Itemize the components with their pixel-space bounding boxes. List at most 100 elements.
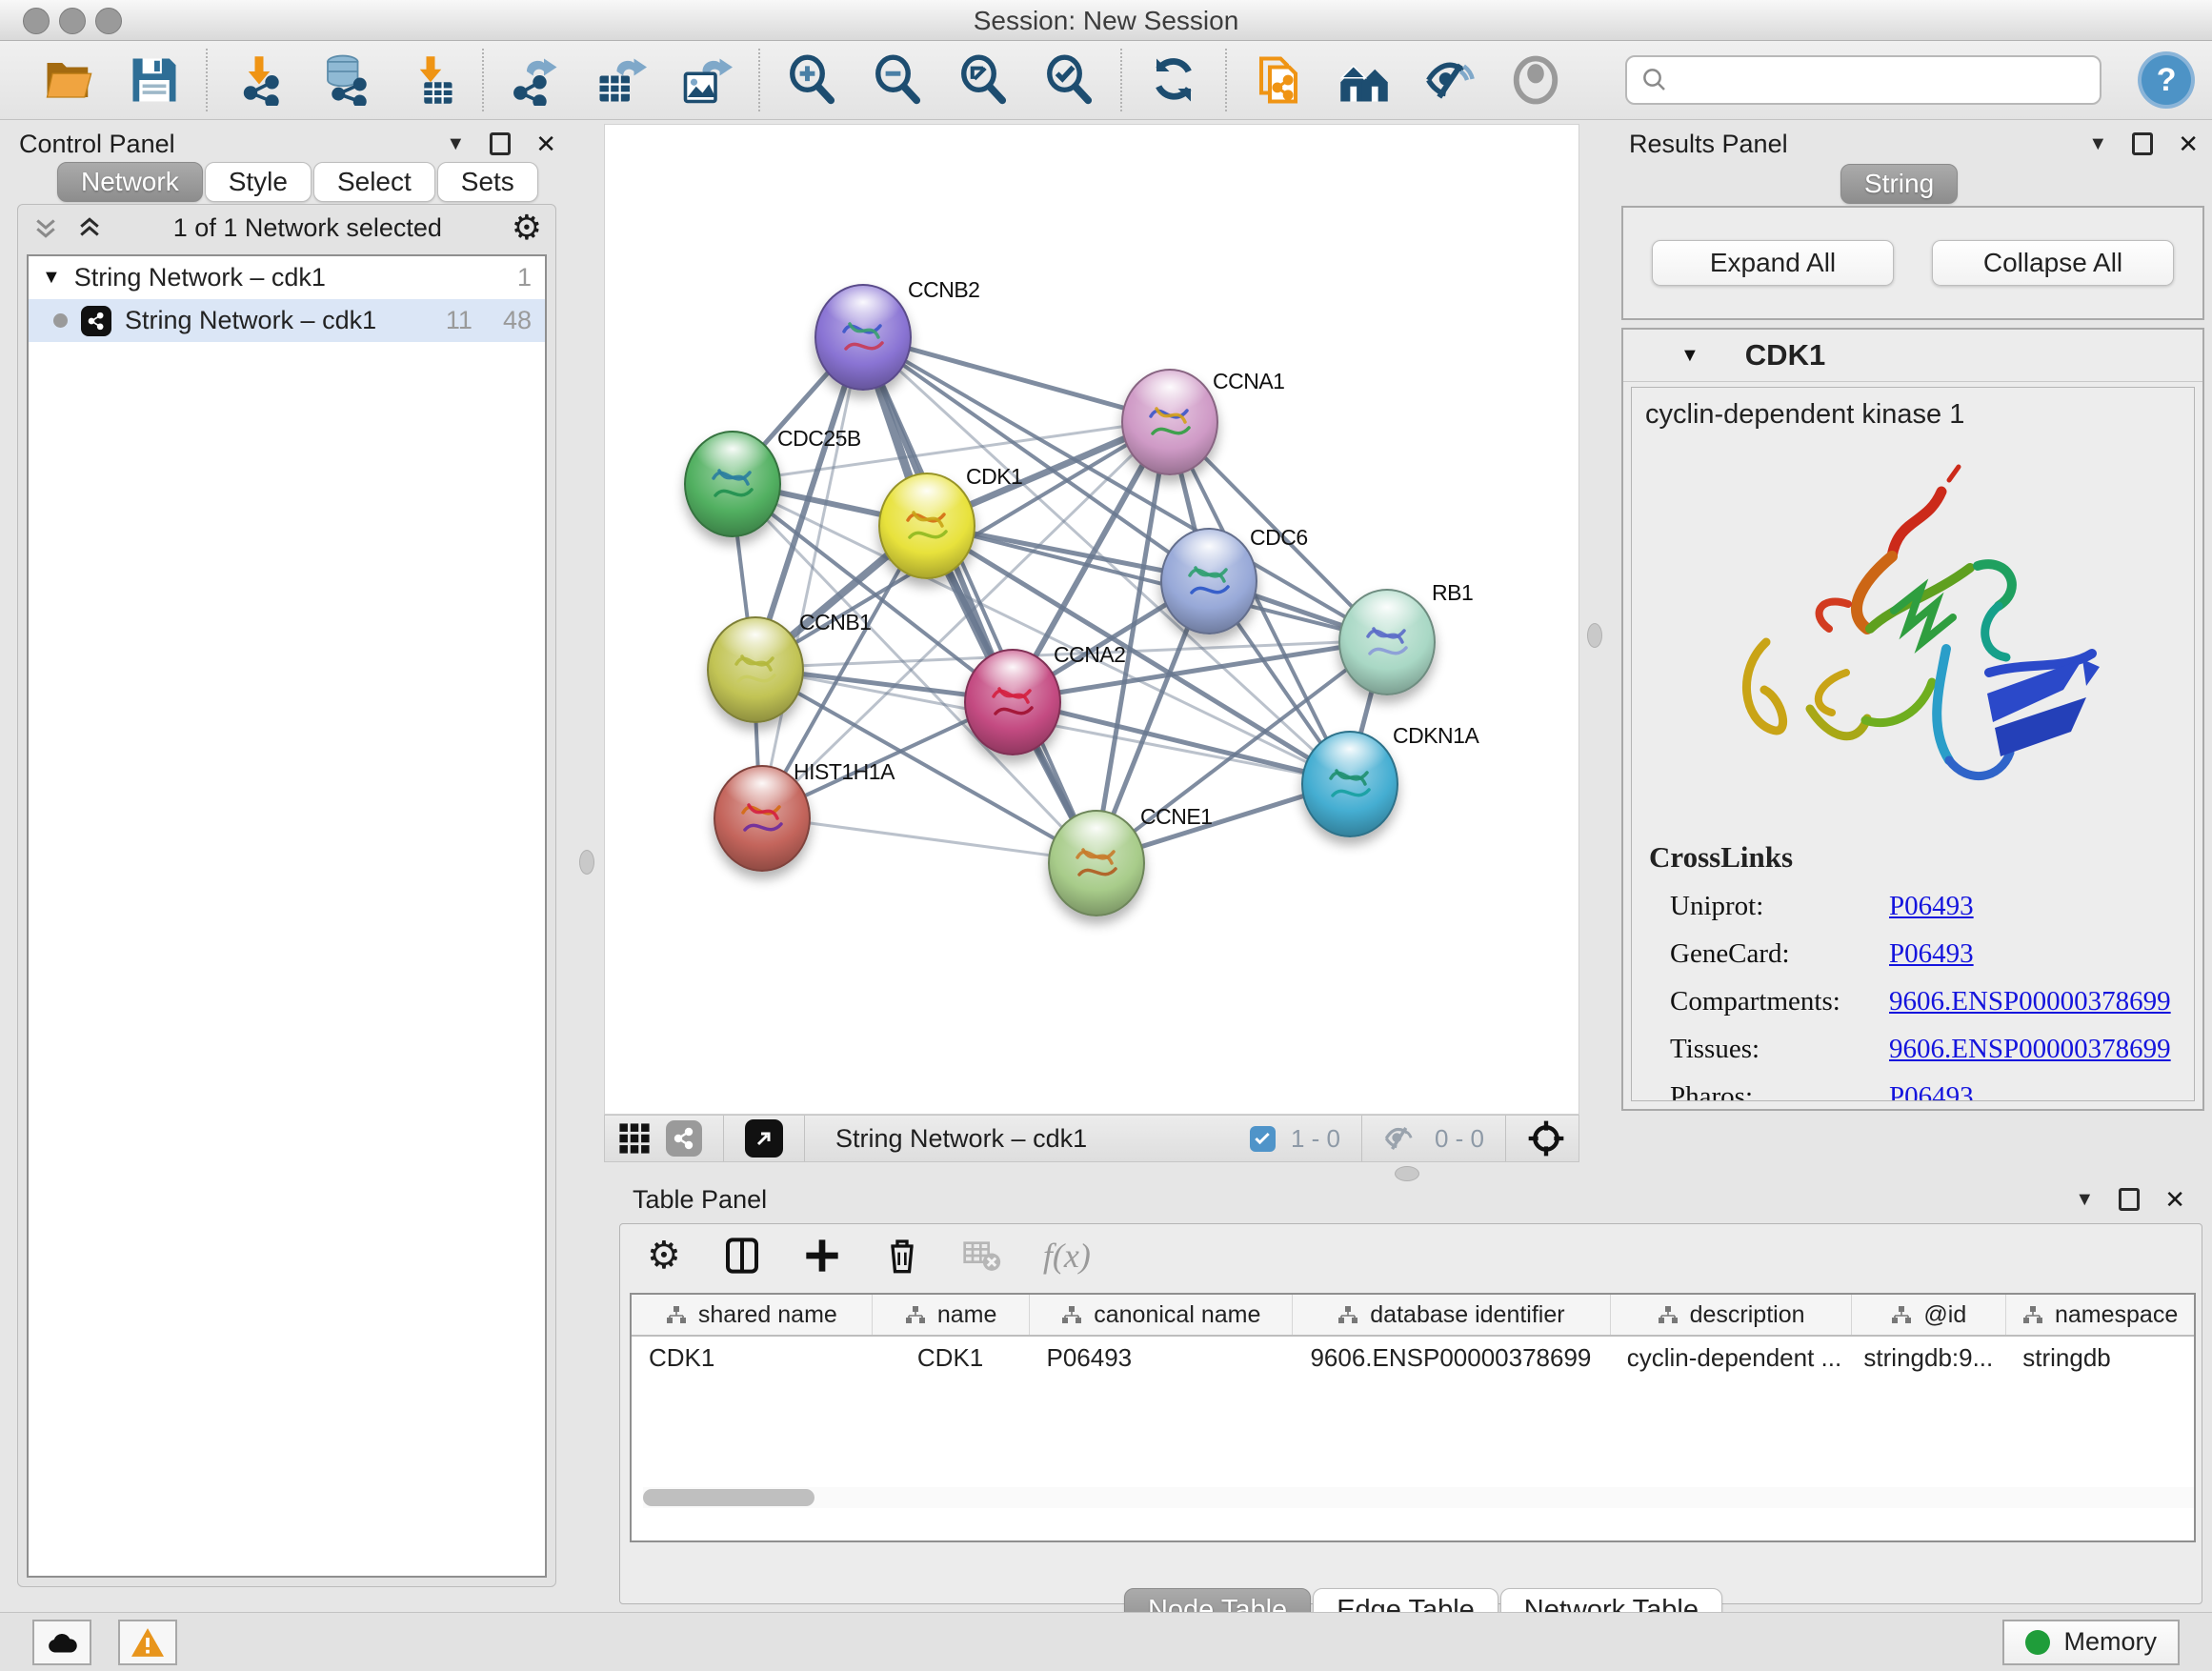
table-panel-float-icon[interactable] (2119, 1188, 2140, 1211)
column-type-icon (1891, 1306, 1912, 1323)
help-icon[interactable]: ? (2138, 51, 2195, 109)
control-panel-collapse-icon[interactable]: ▼ (446, 133, 465, 155)
tab-network[interactable]: Network (57, 162, 203, 202)
column-header--id[interactable]: @id (1851, 1295, 2005, 1335)
column-header-label: shared name (698, 1301, 837, 1329)
memory-button[interactable]: Memory (2002, 1620, 2180, 1665)
result-entry-header[interactable]: ▼ CDK1 (1623, 330, 2202, 382)
bottom-splitter-grip[interactable] (1395, 1166, 1419, 1181)
node-label-cdkn1a: CDKN1A (1393, 723, 1478, 749)
crosslink-link[interactable]: 9606.ENSP00000378699 (1889, 1034, 2171, 1065)
column-header-database-identifier[interactable]: database identifier (1292, 1295, 1610, 1335)
table-cell[interactable]: cyclin-dependent ... (1610, 1343, 1852, 1373)
tab-string[interactable]: String (1840, 164, 1958, 204)
entry-expand-icon[interactable]: ▼ (1680, 345, 1699, 367)
cloud-button[interactable] (32, 1620, 91, 1665)
node-ccnb2[interactable] (814, 284, 912, 391)
open-session-icon[interactable] (42, 53, 95, 107)
expand-all-networks-icon[interactable] (31, 213, 60, 242)
table-cell[interactable]: 9606.ENSP00000378699 (1292, 1343, 1610, 1373)
left-splitter-grip[interactable] (579, 850, 594, 875)
zoom-selected-icon[interactable] (1042, 53, 1096, 107)
column-header-shared-name[interactable]: shared name (632, 1295, 872, 1335)
zoom-in-icon[interactable] (785, 53, 838, 107)
table-row[interactable]: CDK1CDK1P064939606.ENSP00000378699cyclin… (632, 1337, 2194, 1379)
table-panel-collapse-icon[interactable]: ▼ (2075, 1189, 2094, 1211)
zoom-fit-icon[interactable] (956, 53, 1010, 107)
node-ccna1[interactable] (1121, 369, 1218, 475)
collapse-all-networks-icon[interactable] (75, 213, 104, 242)
import-network-from-database-icon[interactable] (318, 53, 372, 107)
column-header-canonical-name[interactable]: canonical name (1029, 1295, 1292, 1335)
table-cell[interactable]: P06493 (1029, 1343, 1292, 1373)
collection-expand-icon[interactable]: ▼ (42, 267, 61, 289)
crosshair-icon[interactable] (1527, 1119, 1565, 1158)
node-cdkn1a[interactable] (1301, 731, 1398, 837)
main-toolbar: ? (0, 41, 2212, 120)
node-table[interactable]: shared name namecanonical namedatabase id… (630, 1293, 2196, 1542)
show-all-icon[interactable] (1509, 53, 1562, 107)
collapse-all-button[interactable]: Collapse All (1932, 240, 2174, 286)
crosslink-link[interactable]: 9606.ENSP00000378699 (1889, 986, 2171, 1017)
results-panel-close-icon[interactable]: ✕ (2178, 130, 2199, 159)
warning-button[interactable] (118, 1620, 177, 1665)
zoom-out-icon[interactable] (871, 53, 924, 107)
node-cdk1[interactable] (878, 473, 975, 579)
refresh-icon[interactable] (1147, 53, 1200, 107)
tab-sets[interactable]: Sets (437, 162, 538, 202)
node-ccna2[interactable] (964, 649, 1061, 755)
table-cell[interactable]: stringdb:9... (1851, 1343, 2005, 1373)
table-cell[interactable]: stringdb (2005, 1343, 2194, 1373)
save-session-icon[interactable] (128, 53, 181, 107)
table-horizontal-scrollbar[interactable] (643, 1487, 2196, 1508)
node-cdc25b[interactable] (684, 431, 781, 537)
export-image-icon[interactable] (680, 53, 734, 107)
node-ccnb1[interactable] (707, 616, 804, 723)
share-view-icon[interactable] (666, 1120, 702, 1157)
right-splitter-grip[interactable] (1587, 623, 1602, 648)
network-options-gear-icon[interactable]: ⚙ (512, 211, 542, 245)
network-canvas[interactable]: CCNB2CCNA1CDC25BCDK1CDC6RB1CCNB1CCNA2CDK… (604, 124, 1579, 1115)
selected-checkbox-icon[interactable] (1250, 1126, 1276, 1152)
control-panel-close-icon[interactable]: ✕ (535, 130, 556, 159)
table-options-gear-icon[interactable]: ⚙ (647, 1238, 681, 1273)
crosslink-label: Uniprot: (1670, 891, 1889, 922)
search-input[interactable] (1679, 65, 2100, 96)
search-icon (1640, 66, 1669, 94)
show-columns-icon[interactable] (723, 1237, 761, 1275)
results-panel-float-icon[interactable] (2132, 132, 2153, 155)
scrollbar-thumb[interactable] (643, 1489, 814, 1506)
column-header-namespace[interactable]: namespace (2005, 1295, 2194, 1335)
network-row[interactable]: String Network – cdk1 11 48 (29, 299, 545, 342)
crosslink-link[interactable]: P06493 (1889, 891, 1974, 922)
table-cell[interactable]: CDK1 (872, 1343, 1030, 1373)
node-ccne1[interactable] (1048, 810, 1145, 916)
column-header-description[interactable]: description (1610, 1295, 1852, 1335)
clone-network-icon[interactable] (1252, 53, 1305, 107)
node-label-rb1: RB1 (1432, 580, 1473, 606)
crosslink-row: GeneCard:P06493 (1649, 938, 2194, 970)
node-cdc6[interactable] (1160, 528, 1257, 634)
table-cell[interactable]: CDK1 (632, 1343, 872, 1373)
hide-selected-icon[interactable] (1423, 53, 1477, 107)
grid-view-icon[interactable] (618, 1122, 651, 1155)
network-collection-row[interactable]: ▼ String Network – cdk1 1 (29, 256, 545, 299)
tab-style[interactable]: Style (205, 162, 312, 202)
expand-all-button[interactable]: Expand All (1652, 240, 1894, 286)
export-network-icon[interactable] (509, 53, 562, 107)
export-table-icon[interactable] (594, 53, 648, 107)
table-panel-close-icon[interactable]: ✕ (2164, 1185, 2185, 1215)
tab-select[interactable]: Select (313, 162, 435, 202)
column-header-name[interactable]: name (872, 1295, 1030, 1335)
home-icon[interactable] (1337, 53, 1391, 107)
add-column-icon[interactable] (803, 1237, 841, 1275)
delete-column-icon[interactable] (883, 1237, 921, 1275)
crosslink-link[interactable]: P06493 (1889, 1081, 1974, 1101)
control-panel-float-icon[interactable] (490, 132, 511, 155)
node-rb1[interactable] (1338, 589, 1436, 695)
crosslink-link[interactable]: P06493 (1889, 938, 1974, 970)
navigator-icon[interactable] (745, 1119, 783, 1158)
import-network-icon[interactable] (232, 53, 286, 107)
results-panel-collapse-icon[interactable]: ▼ (2088, 133, 2107, 155)
import-table-icon[interactable] (404, 53, 457, 107)
